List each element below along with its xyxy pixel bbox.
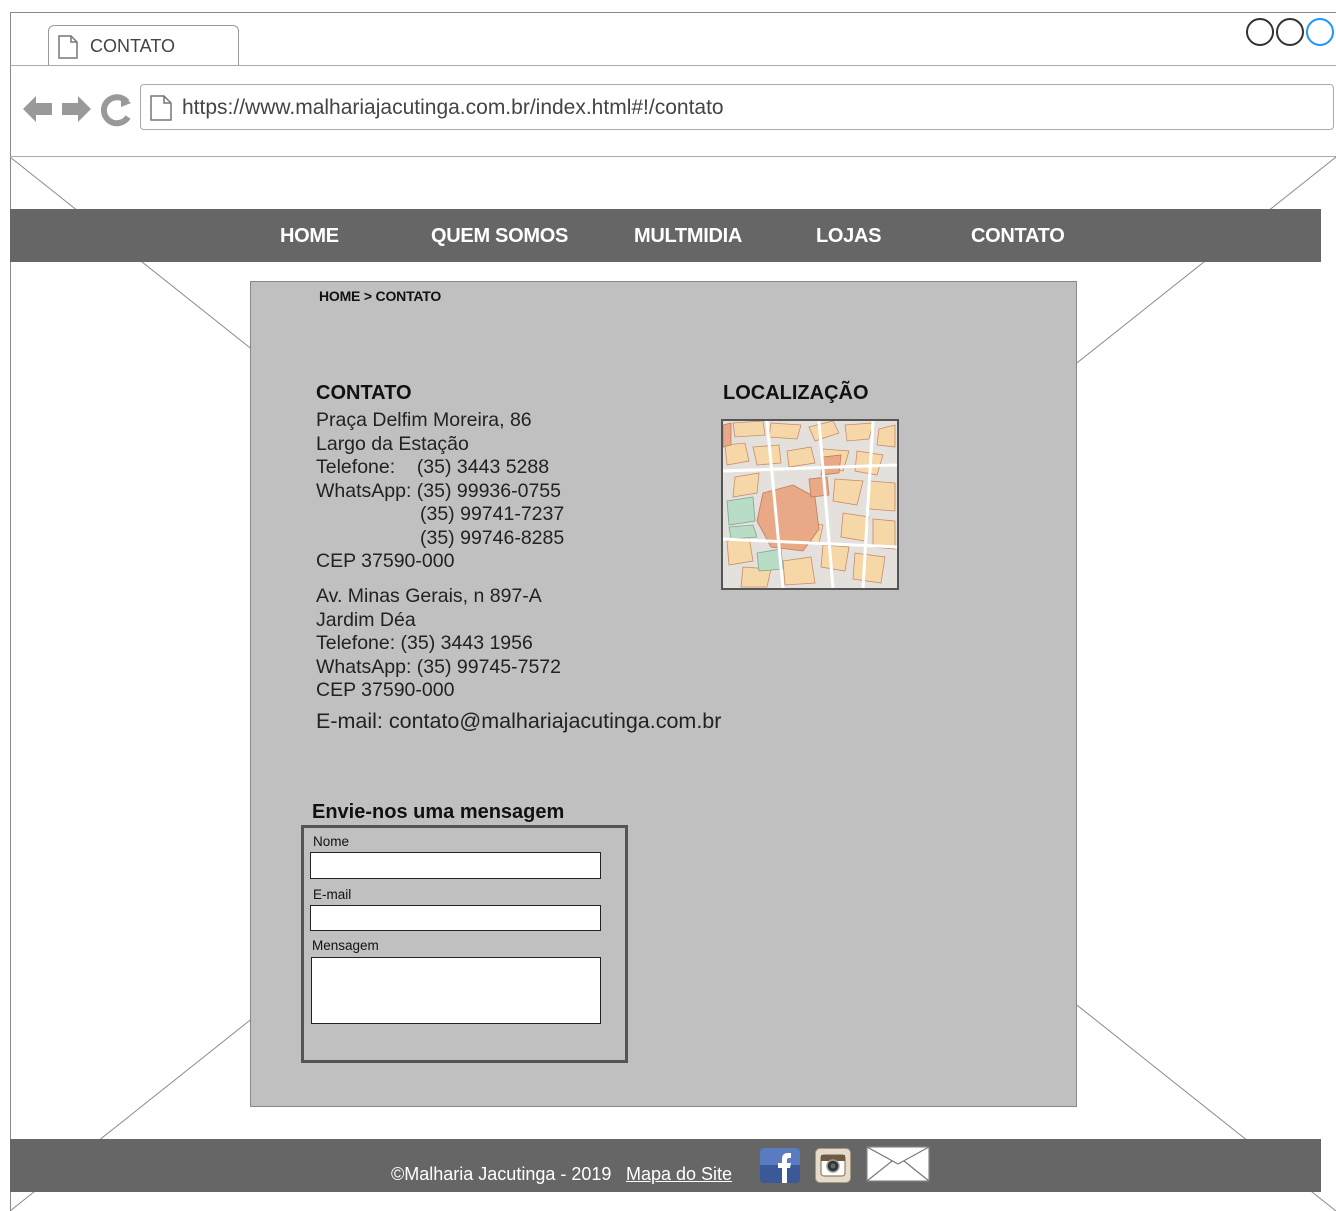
phone-line: Telefone: (35) 3443 5288 xyxy=(316,456,550,478)
message-label: Mensagem xyxy=(312,938,379,953)
name-input[interactable] xyxy=(310,852,601,879)
location-title: LOCALIZAÇÃO xyxy=(723,382,869,404)
breadcrumb: HOME > CONTATO xyxy=(319,288,442,304)
cep-line: CEP 37590-000 xyxy=(316,550,455,572)
address-line: Av. Minas Gerais, n 897-A xyxy=(316,585,542,607)
nav-item-multmidia[interactable]: MULTMIDIA xyxy=(634,225,742,248)
nav-item-lojas[interactable]: LOJAS xyxy=(816,225,881,248)
content-panel: HOME > CONTATO CONTATO Praça Delfim More… xyxy=(250,281,1077,1107)
address-line: Praça Delfim Moreira, 86 xyxy=(316,409,532,431)
location-map[interactable] xyxy=(721,419,899,590)
facebook-icon[interactable] xyxy=(760,1148,800,1183)
mail-icon[interactable] xyxy=(866,1146,930,1182)
browser-nav-controls xyxy=(23,94,131,127)
nav-item-home[interactable]: HOME xyxy=(280,225,339,248)
window-minimize-button[interactable] xyxy=(1246,18,1274,46)
store-address-1: Praça Delfim Moreira, 86 Largo da Estaçã… xyxy=(316,409,564,574)
url-text[interactable]: https://www.malhariajacutinga.com.br/ind… xyxy=(182,96,724,120)
address-bar[interactable]: https://www.malhariajacutinga.com.br/ind… xyxy=(140,84,1334,130)
window-maximize-button[interactable] xyxy=(1276,18,1304,46)
address-line: Jardim Déa xyxy=(316,608,416,631)
camera-glyph xyxy=(820,1154,846,1177)
contact-form: Nome E-mail Mensagem xyxy=(301,825,628,1063)
tab-title: CONTATO xyxy=(90,36,175,56)
back-arrow-icon[interactable] xyxy=(23,96,52,122)
phone-line: Telefone: (35) 3443 1956 xyxy=(316,632,533,654)
whatsapp-line: (35) 99741-7237 xyxy=(420,503,565,525)
forward-arrow-icon[interactable] xyxy=(62,96,91,122)
map-image xyxy=(723,421,897,588)
store-address-2: Av. Minas Gerais, n 897-A Jardim Déa Tel… xyxy=(316,585,561,703)
document-icon xyxy=(58,35,78,59)
email-input[interactable] xyxy=(310,905,601,931)
contact-title: CONTATO xyxy=(316,382,412,404)
email-label: E-mail xyxy=(313,887,352,902)
chrome-divider xyxy=(10,156,1336,157)
main-nav: HOME QUEM SOMOS MULTMIDIA LOJAS CONTATO xyxy=(10,209,1321,262)
sitemap-link[interactable]: Mapa do Site xyxy=(626,1164,732,1185)
browser-tab[interactable]: CONTATO xyxy=(48,25,239,66)
document-icon xyxy=(150,95,172,121)
window-controls xyxy=(1246,18,1334,46)
address-line: Largo da Estação xyxy=(316,432,469,455)
tabbar-divider xyxy=(10,65,1336,66)
whatsapp-line: WhatsApp: (35) 99936-0755 xyxy=(316,479,561,502)
instagram-icon[interactable] xyxy=(815,1148,851,1183)
message-textarea[interactable] xyxy=(311,957,601,1024)
copyright-text: ©Malharia Jacutinga - 2019 xyxy=(391,1164,612,1184)
whatsapp-line: WhatsApp: (35) 99745-7572 xyxy=(316,655,561,678)
window-close-button[interactable] xyxy=(1306,18,1334,46)
cep-line: CEP 37590-000 xyxy=(316,679,455,701)
footer: ©Malharia Jacutinga - 2019 Mapa do Site xyxy=(10,1139,1321,1192)
contact-email: E-mail: contato@malhariajacutinga.com.br xyxy=(316,709,722,733)
name-label: Nome xyxy=(313,834,350,849)
nav-item-quem-somos[interactable]: QUEM SOMOS xyxy=(431,225,568,248)
nav-item-contato[interactable]: CONTATO xyxy=(971,225,1065,248)
reload-icon[interactable] xyxy=(100,94,131,127)
form-title: Envie-nos uma mensagem xyxy=(312,801,565,823)
facebook-glyph xyxy=(760,1148,800,1183)
whatsapp-line: (35) 99746-8285 xyxy=(420,526,565,549)
